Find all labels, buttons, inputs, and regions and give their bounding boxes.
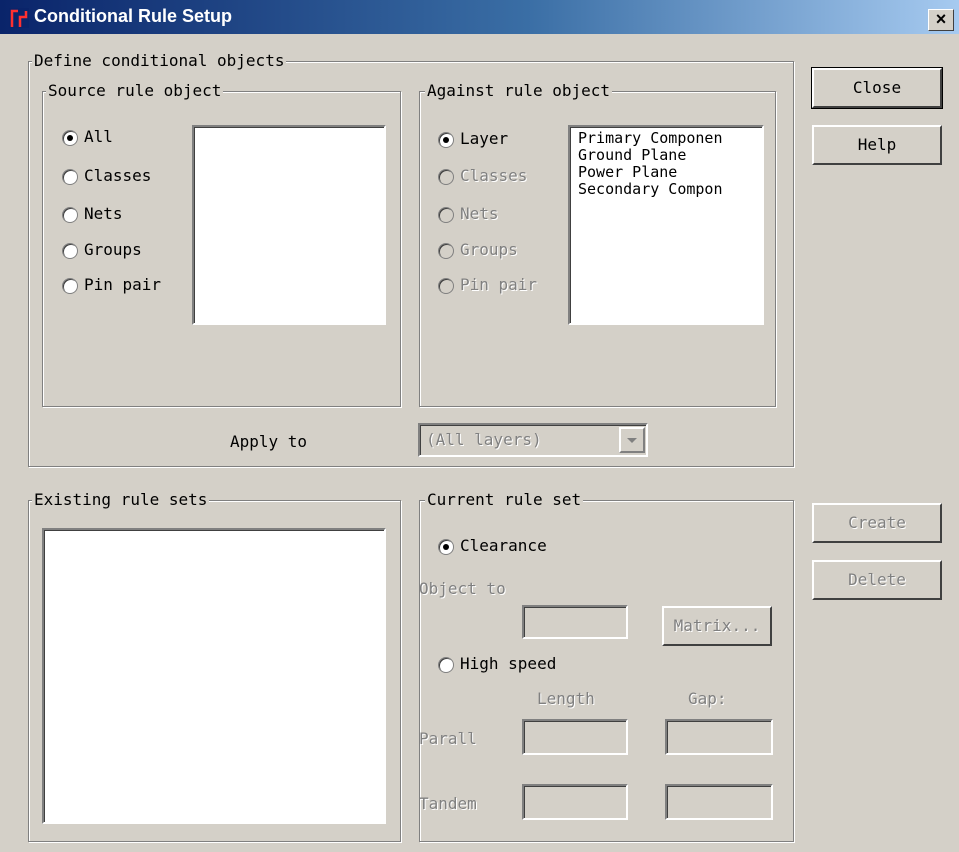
radio-circle[interactable] bbox=[62, 207, 78, 223]
source-all-label: All bbox=[84, 127, 113, 146]
source-group-legend: Source rule object bbox=[46, 81, 224, 100]
close-button[interactable]: Close bbox=[811, 67, 943, 109]
existing-rule-sets-list[interactable] bbox=[42, 528, 386, 824]
length-label: Length bbox=[537, 689, 595, 708]
radio-dot bbox=[443, 137, 449, 143]
against-nets-label: Nets bbox=[460, 204, 499, 223]
delete-button: Delete bbox=[812, 560, 942, 600]
layer-list-item[interactable]: Ground Plane bbox=[578, 147, 686, 163]
against-group-legend: Against rule object bbox=[425, 81, 613, 100]
matrix-button: Matrix... bbox=[662, 606, 772, 646]
tandem-length-field bbox=[522, 784, 628, 820]
apply-to-dropdown: (All layers) bbox=[418, 423, 648, 457]
radio-circle bbox=[438, 278, 454, 294]
current-group-legend: Current rule set bbox=[425, 490, 584, 509]
radio-circle[interactable] bbox=[62, 278, 78, 294]
source-nets-label: Nets bbox=[84, 204, 123, 223]
against-groups-label: Groups bbox=[460, 240, 518, 259]
radio-circle[interactable] bbox=[62, 130, 78, 146]
source-object-list[interactable] bbox=[192, 125, 386, 325]
layer-list-item[interactable]: Power Plane bbox=[578, 164, 677, 180]
object-to-label: Object to bbox=[419, 579, 506, 598]
radio-circle[interactable] bbox=[62, 243, 78, 259]
parallel-label: Parall bbox=[419, 729, 477, 748]
parallel-length-field bbox=[522, 719, 628, 755]
layer-list-item[interactable]: Secondary Compon bbox=[578, 181, 723, 197]
help-button[interactable]: Help bbox=[812, 125, 942, 165]
radio-circle[interactable] bbox=[438, 132, 454, 148]
source-classes-label: Classes bbox=[84, 166, 152, 185]
radio-circle bbox=[438, 243, 454, 259]
source-groups-label: Groups bbox=[84, 240, 142, 259]
apply-to-label: Apply to bbox=[230, 432, 308, 451]
window-title: Conditional Rule Setup bbox=[34, 6, 232, 26]
clearance-label: Clearance bbox=[460, 536, 547, 555]
parallel-gap-field bbox=[665, 719, 773, 755]
app-icon bbox=[9, 8, 29, 28]
define-group-legend: Define conditional objects bbox=[32, 51, 287, 70]
radio-dot bbox=[443, 544, 449, 550]
against-layer-list[interactable]: Primary Componen Ground Plane Power Plan… bbox=[568, 125, 764, 325]
tandem-label: Tandem bbox=[419, 794, 477, 813]
dropdown-arrow-button bbox=[619, 427, 645, 453]
against-layer-label: Layer bbox=[460, 129, 509, 148]
radio-dot bbox=[67, 135, 73, 141]
create-button: Create bbox=[812, 503, 942, 543]
tandem-gap-field bbox=[665, 784, 773, 820]
existing-group-legend: Existing rule sets bbox=[32, 490, 210, 509]
layer-list-item[interactable]: Primary Componen bbox=[578, 130, 723, 146]
source-pin-pair-label: Pin pair bbox=[84, 275, 162, 294]
chevron-down-icon bbox=[627, 438, 637, 443]
window-close-button[interactable]: × bbox=[928, 9, 954, 31]
radio-circle bbox=[438, 169, 454, 185]
object-to-field bbox=[522, 605, 628, 639]
radio-circle[interactable] bbox=[438, 539, 454, 555]
radio-circle bbox=[438, 207, 454, 223]
against-classes-label: Classes bbox=[460, 166, 528, 185]
gap-label: Gap: bbox=[688, 689, 727, 708]
radio-circle[interactable] bbox=[438, 657, 454, 673]
high-speed-label: High speed bbox=[460, 654, 557, 673]
radio-circle[interactable] bbox=[62, 169, 78, 185]
apply-to-value: (All layers) bbox=[426, 430, 542, 449]
against-pin-pair-label: Pin pair bbox=[460, 275, 538, 294]
